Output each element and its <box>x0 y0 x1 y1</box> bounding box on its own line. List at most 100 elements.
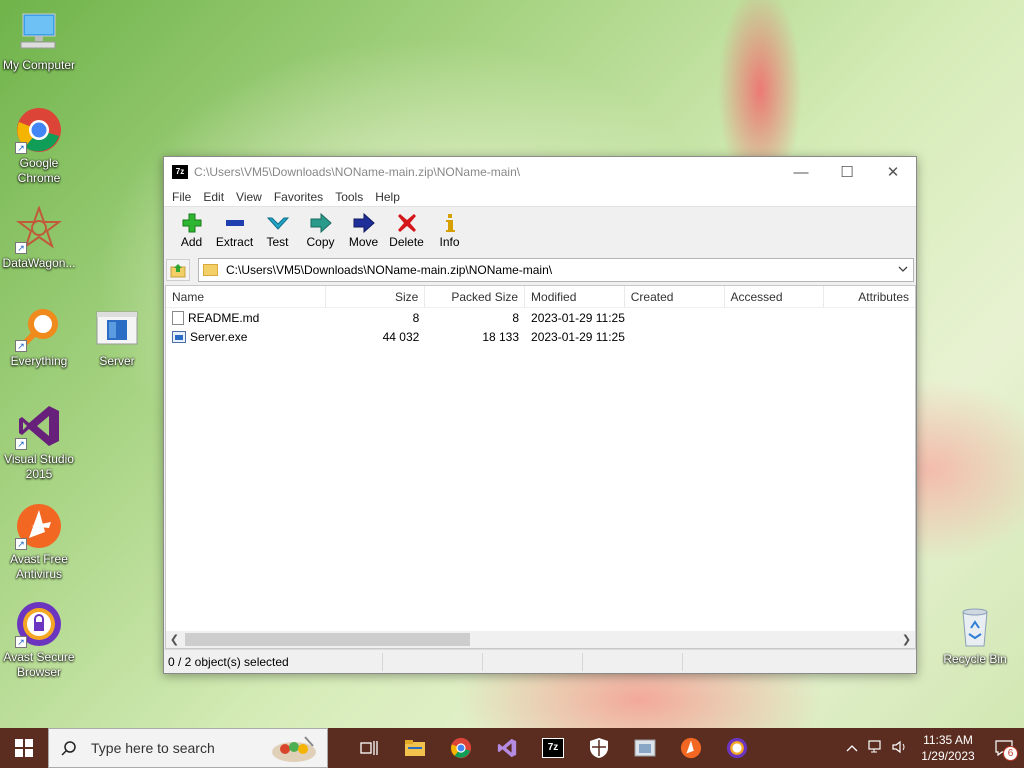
column-header-attributes[interactable]: Attributes <box>824 286 915 308</box>
computer-icon <box>15 8 63 56</box>
menu-tools[interactable]: Tools <box>329 190 369 204</box>
clock-time: 11:35 AM <box>923 733 973 747</box>
scroll-left-icon[interactable]: ❮ <box>166 633 183 646</box>
desktop-icon-google-chrome[interactable]: ↗ Google Chrome <box>0 106 78 186</box>
address-path: C:\Users\VM5\Downloads\NOName-main.zip\N… <box>226 263 553 277</box>
move-arrow-icon <box>353 213 375 233</box>
security-shield-icon[interactable] <box>576 728 622 768</box>
desktop-icon-avast-antivirus[interactable]: ↗ Avast Free Antivirus <box>0 502 78 582</box>
column-header-created[interactable]: Created <box>625 286 725 308</box>
file-explorer-icon[interactable] <box>392 728 438 768</box>
column-header-modified[interactable]: Modified <box>525 286 625 308</box>
file-row[interactable]: README.md 8 8 2023-01-29 11:25 <box>166 308 915 327</box>
volume-icon[interactable] <box>888 740 912 757</box>
column-headers: Name Size Packed Size Modified Created A… <box>166 286 915 308</box>
file-size: 8 <box>412 310 420 325</box>
file-size: 44 032 <box>382 329 420 344</box>
up-folder-icon <box>170 264 186 278</box>
system-tray: 11:35 AM 1/29/2023 6 <box>840 728 1024 768</box>
7zip-taskbar-icon[interactable]: 7z <box>530 728 576 768</box>
notification-center-button[interactable]: 6 <box>984 728 1024 768</box>
menu-edit[interactable]: Edit <box>197 190 230 204</box>
avast-browser-taskbar-icon[interactable] <box>714 728 760 768</box>
notification-badge: 6 <box>1003 746 1018 761</box>
datawagon-icon: ↗ <box>15 205 63 254</box>
taskbar: Type here to search 7z 11:35 AM 1/29/202… <box>0 728 1024 768</box>
desktop-icon-datawagon[interactable]: ↗ DataWagon... <box>0 205 78 271</box>
up-folder-button[interactable] <box>166 259 190 281</box>
search-highlight-image <box>272 736 316 762</box>
window-title: C:\Users\VM5\Downloads\NOName-main.zip\N… <box>194 165 521 179</box>
menu-favorites[interactable]: Favorites <box>268 190 329 204</box>
test-button[interactable]: Test <box>256 213 299 249</box>
avast-taskbar-icon[interactable] <box>668 728 714 768</box>
menu-file[interactable]: File <box>166 190 197 204</box>
test-check-icon <box>266 213 289 233</box>
file-list[interactable]: Name Size Packed Size Modified Created A… <box>165 285 916 649</box>
scroll-track[interactable] <box>183 633 898 646</box>
desktop-icon-label: My Computer <box>2 58 76 72</box>
copy-arrow-icon <box>310 213 332 233</box>
title-bar[interactable]: 7z C:\Users\VM5\Downloads\NOName-main.zi… <box>164 157 916 187</box>
desktop-icon-recycle-bin[interactable]: Recycle Bin <box>936 602 1014 667</box>
file-packed-size: 18 133 <box>482 329 520 344</box>
server-taskbar-icon[interactable] <box>622 728 668 768</box>
taskbar-search-box[interactable]: Type here to search <box>48 728 328 768</box>
file-modified: 2023-01-29 11:25 <box>531 310 625 325</box>
windows-logo-icon <box>15 739 33 757</box>
extract-minus-icon <box>225 213 245 233</box>
chevron-up-icon[interactable] <box>840 741 864 756</box>
desktop-icon-server[interactable]: Server <box>78 304 156 369</box>
file-modified: 2023-01-29 11:25 <box>531 329 625 344</box>
search-icon <box>61 741 76 756</box>
horizontal-scrollbar[interactable]: ❮ ❯ <box>166 631 915 648</box>
column-header-name[interactable]: Name <box>166 286 326 308</box>
info-icon <box>444 213 456 233</box>
scroll-right-icon[interactable]: ❯ <box>898 633 915 646</box>
visual-studio-icon: ↗ <box>15 402 63 450</box>
file-name: README.md <box>188 310 260 325</box>
desktop-icon-label: Google Chrome <box>17 156 61 185</box>
menu-help[interactable]: Help <box>369 190 406 204</box>
address-input[interactable]: C:\Users\VM5\Downloads\NOName-main.zip\N… <box>198 258 914 282</box>
clock-date: 1/29/2023 <box>921 749 975 763</box>
start-button[interactable] <box>0 728 48 768</box>
add-button[interactable]: Add <box>170 213 213 249</box>
desktop-icon-label: Recycle Bin <box>943 652 1007 666</box>
server-window-icon <box>93 304 141 352</box>
chevron-down-icon[interactable] <box>897 263 909 278</box>
column-header-size[interactable]: Size <box>326 286 426 308</box>
delete-x-icon <box>397 213 417 233</box>
column-header-accessed[interactable]: Accessed <box>725 286 825 308</box>
chrome-taskbar-icon[interactable] <box>438 728 484 768</box>
info-button[interactable]: Info <box>428 213 471 249</box>
task-view-icon[interactable] <box>346 728 392 768</box>
minimize-button[interactable]: — <box>778 157 824 187</box>
desktop-icon-visual-studio[interactable]: ↗ Visual Studio 2015 <box>0 402 78 482</box>
file-name: Server.exe <box>190 329 248 344</box>
desktop-icon-label: Server <box>99 354 135 368</box>
close-button[interactable]: ✕ <box>870 157 916 187</box>
address-bar: C:\Users\VM5\Downloads\NOName-main.zip\N… <box>164 257 916 283</box>
network-icon[interactable] <box>864 739 888 757</box>
visual-studio-taskbar-icon[interactable] <box>484 728 530 768</box>
column-header-packed-size[interactable]: Packed Size <box>425 286 526 308</box>
search-placeholder: Type here to search <box>91 740 215 756</box>
taskbar-clock[interactable]: 11:35 AM 1/29/2023 <box>912 732 984 764</box>
copy-button[interactable]: Copy <box>299 213 342 249</box>
move-button[interactable]: Move <box>342 213 385 249</box>
scroll-thumb[interactable] <box>185 633 470 646</box>
maximize-button[interactable]: ☐ <box>824 157 870 187</box>
7zip-file-manager-window[interactable]: 7z C:\Users\VM5\Downloads\NOName-main.zi… <box>163 156 917 674</box>
desktop-icon-label: Avast Free Antivirus <box>10 552 68 581</box>
delete-button[interactable]: Delete <box>385 213 428 249</box>
file-row[interactable]: Server.exe 44 032 18 133 2023-01-29 11:2… <box>166 327 915 346</box>
folder-icon <box>203 264 218 276</box>
extract-button[interactable]: Extract <box>213 213 256 249</box>
desktop-icon-everything[interactable]: ↗ Everything <box>0 304 78 369</box>
file-packed-size: 8 <box>512 310 520 325</box>
desktop-icon-avast-browser[interactable]: ↗ Avast Secure Browser <box>0 600 78 680</box>
desktop-icon-my-computer[interactable]: My Computer <box>0 8 78 73</box>
menu-view[interactable]: View <box>230 190 268 204</box>
status-bar: 0 / 2 object(s) selected <box>164 649 916 673</box>
